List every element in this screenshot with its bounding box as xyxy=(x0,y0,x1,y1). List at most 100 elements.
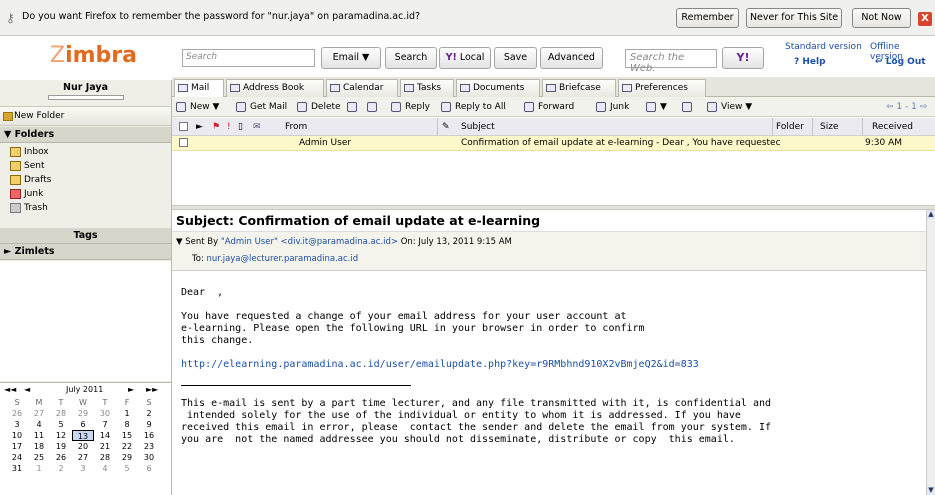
calendar-day[interactable]: 23 xyxy=(138,441,160,452)
sent-by-value[interactable]: "Admin User" <div.it@paramadina.ac.id> xyxy=(221,237,398,247)
calendar-day[interactable]: 6 xyxy=(72,419,94,430)
next-page-icon[interactable]: ⇨ xyxy=(920,102,928,112)
next-year-icon[interactable]: ►► xyxy=(146,385,158,394)
reply-all-button[interactable]: Reply to All xyxy=(441,100,506,114)
calendar-day[interactable]: 6 xyxy=(138,463,160,474)
web-search-input[interactable]: Search the Web. xyxy=(625,49,717,74)
delete-button[interactable]: Delete xyxy=(297,100,341,114)
calendar-day[interactable]: 8 xyxy=(116,419,138,430)
calendar-day[interactable]: 30 xyxy=(94,408,116,419)
view-button[interactable]: View ▼ xyxy=(707,100,752,114)
tab-documents[interactable]: Documents xyxy=(456,79,540,97)
calendar-day[interactable]: 26 xyxy=(50,452,72,463)
prev-year-icon[interactable]: ◄◄ xyxy=(4,385,16,394)
calendar-day[interactable]: 27 xyxy=(72,452,94,463)
standard-version-link[interactable]: Standard version xyxy=(785,42,862,52)
search-input[interactable]: Search xyxy=(182,49,315,67)
calendar-day[interactable]: 31 xyxy=(6,463,28,474)
page-nav[interactable]: ⇦ 1 - 1 ⇨ xyxy=(872,100,927,114)
print-button[interactable] xyxy=(367,100,381,114)
calendar-day[interactable]: 25 xyxy=(28,452,50,463)
help-link[interactable]: ? Help xyxy=(794,57,826,67)
to-value[interactable]: nur.jaya@lecturer.paramadina.ac.id xyxy=(207,254,359,264)
calendar-day[interactable]: 5 xyxy=(116,463,138,474)
prev-page-icon[interactable]: ⇦ xyxy=(886,102,894,112)
collapse-icon[interactable]: ▼ xyxy=(176,237,183,247)
never-for-site-button[interactable]: Never for This Site xyxy=(746,8,842,28)
from-column-header[interactable]: From xyxy=(285,122,307,132)
remember-button[interactable]: Remember xyxy=(676,8,739,28)
calendar-day[interactable]: 16 xyxy=(138,430,160,441)
prev-month-icon[interactable]: ◄ xyxy=(24,385,30,394)
not-now-button[interactable]: Not Now xyxy=(852,8,911,28)
calendar-day[interactable]: 7 xyxy=(94,419,116,430)
calendar-day[interactable]: 14 xyxy=(94,430,116,441)
tab-address-book[interactable]: Address Book xyxy=(226,79,324,97)
move-button[interactable] xyxy=(347,100,361,114)
next-month-icon[interactable]: ► xyxy=(128,385,134,394)
calendar-day[interactable]: 29 xyxy=(116,452,138,463)
zimlets-header[interactable]: ► Zimlets xyxy=(0,244,171,260)
folder-sent[interactable]: Sent xyxy=(10,161,44,173)
junk-button[interactable]: Junk xyxy=(596,100,629,114)
tag-button[interactable]: ▼ xyxy=(646,100,667,114)
calendar-day[interactable]: 27 xyxy=(28,408,50,419)
folder-inbox[interactable]: Inbox xyxy=(10,147,49,159)
folder-junk[interactable]: Junk xyxy=(10,189,43,201)
priority-icon[interactable]: ! xyxy=(227,122,231,132)
select-all-checkbox[interactable] xyxy=(179,122,188,131)
expand-icon[interactable]: ► xyxy=(196,122,203,132)
tab-preferences[interactable]: Preferences xyxy=(618,79,706,97)
calendar-day[interactable]: 5 xyxy=(50,419,72,430)
calendar-day[interactable]: 22 xyxy=(116,441,138,452)
folders-header[interactable]: ▼ Folders xyxy=(0,127,171,143)
tab-mail[interactable]: Mail xyxy=(174,79,224,98)
calendar-day[interactable]: 1 xyxy=(28,463,50,474)
advanced-search-button[interactable]: Advanced xyxy=(540,47,603,69)
tag-column-icon[interactable]: ▯ xyxy=(238,122,243,132)
size-column-header[interactable]: Size xyxy=(820,122,838,132)
calendar-day[interactable]: 28 xyxy=(94,452,116,463)
calendar-day[interactable]: 12 xyxy=(50,430,72,441)
tags-header[interactable]: Tags xyxy=(0,228,171,244)
table-row[interactable]: Admin User Confirmation of email update … xyxy=(172,136,935,151)
calendar-day[interactable]: 26 xyxy=(6,408,28,419)
local-search-button[interactable]: Y! Local xyxy=(439,47,491,69)
message-scrollbar[interactable]: ▲ ▼ xyxy=(926,210,935,495)
calendar-day[interactable]: 19 xyxy=(50,441,72,452)
folder-trash[interactable]: Trash xyxy=(10,203,48,215)
scroll-up-icon[interactable]: ▲ xyxy=(927,210,935,219)
tab-tasks[interactable]: Tasks xyxy=(400,79,454,97)
save-search-button[interactable]: Save xyxy=(494,47,537,69)
calendar-day[interactable]: 18 xyxy=(28,441,50,452)
calendar-day[interactable]: 1 xyxy=(116,408,138,419)
flag-icon[interactable]: ⚑ xyxy=(212,122,220,132)
tab-calendar[interactable]: Calendar xyxy=(326,79,398,97)
tab-briefcase[interactable]: Briefcase xyxy=(542,79,616,97)
folder-drafts[interactable]: Drafts xyxy=(10,175,51,187)
detach-button[interactable] xyxy=(682,100,696,114)
calendar-day[interactable]: 4 xyxy=(28,419,50,430)
close-icon[interactable]: X xyxy=(918,12,932,26)
get-mail-button[interactable]: Get Mail xyxy=(236,100,287,114)
attachment-icon[interactable]: ✎ xyxy=(442,122,450,132)
yahoo-search-button[interactable]: Y! xyxy=(722,47,764,69)
calendar-day[interactable]: 3 xyxy=(6,419,28,430)
reply-button[interactable]: Reply xyxy=(391,100,430,114)
calendar-day[interactable]: 17 xyxy=(6,441,28,452)
received-column-header[interactable]: Received xyxy=(872,122,913,132)
folder-column-header[interactable]: Folder xyxy=(776,122,804,132)
calendar-day[interactable]: 2 xyxy=(50,463,72,474)
calendar-day[interactable]: 30 xyxy=(138,452,160,463)
calendar-day[interactable]: 21 xyxy=(94,441,116,452)
calendar-day[interactable]: 9 xyxy=(138,419,160,430)
calendar-day[interactable]: 20 xyxy=(72,441,94,452)
new-button[interactable]: New ▼ xyxy=(176,100,219,114)
calendar-day[interactable]: 15 xyxy=(116,430,138,441)
calendar-day[interactable]: 10 xyxy=(6,430,28,441)
new-folder-button[interactable]: New Folder xyxy=(0,106,171,126)
email-type-dropdown[interactable]: Email ▼ xyxy=(321,47,381,69)
forward-button[interactable]: Forward xyxy=(524,100,574,114)
confirmation-link[interactable]: http://elearning.paramadina.ac.id/user/e… xyxy=(181,359,931,371)
calendar-day[interactable]: 28 xyxy=(50,408,72,419)
